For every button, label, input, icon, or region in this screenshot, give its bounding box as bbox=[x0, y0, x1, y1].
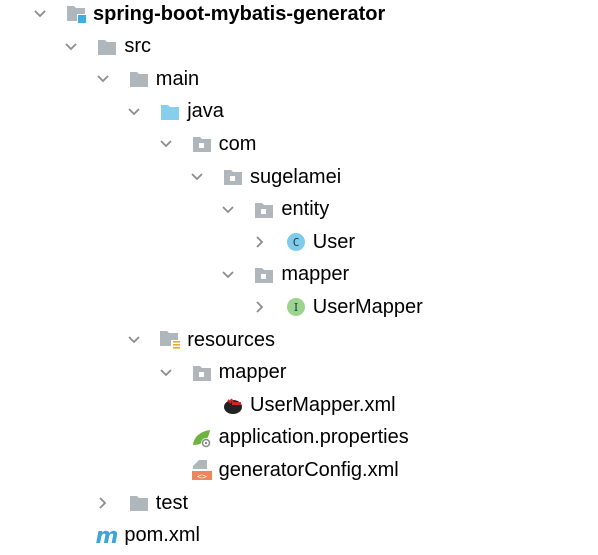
tree-item[interactable]: sugelamei bbox=[0, 161, 598, 193]
chevron-down-icon[interactable] bbox=[126, 104, 142, 120]
tree-item[interactable]: m pom.xml bbox=[0, 520, 598, 552]
tree-item[interactable]: test bbox=[0, 487, 598, 519]
chevron-down-icon[interactable] bbox=[32, 6, 48, 22]
tree-item[interactable]: com bbox=[0, 128, 598, 160]
tree-item[interactable]: mapper bbox=[0, 259, 598, 291]
tree-item[interactable]: src bbox=[0, 31, 598, 63]
tree-item-label: test bbox=[155, 491, 189, 514]
svg-text:m: m bbox=[96, 525, 118, 547]
maven-pom-icon: m bbox=[96, 524, 119, 549]
module-folder-icon bbox=[65, 3, 87, 25]
folder-icon bbox=[96, 36, 118, 58]
class-icon: C bbox=[285, 231, 307, 253]
tree-item[interactable]: <> generatorConfig.xml bbox=[0, 454, 598, 486]
package-icon bbox=[191, 362, 213, 384]
tree-item-label: main bbox=[155, 67, 200, 90]
tree-item[interactable]: UserMapper.xml bbox=[0, 389, 598, 421]
chevron-down-icon[interactable] bbox=[158, 365, 174, 381]
package-icon bbox=[253, 199, 275, 221]
tree-item[interactable]: entity bbox=[0, 194, 598, 226]
tree-item-label: resources bbox=[187, 328, 275, 351]
tree-item-label: UserMapper.xml bbox=[250, 393, 396, 416]
chevron-down-icon[interactable] bbox=[63, 39, 79, 55]
source-root-folder-icon bbox=[159, 101, 181, 123]
chevron-down-icon[interactable] bbox=[95, 71, 111, 87]
tree-item-label: src bbox=[124, 35, 152, 58]
tree-item[interactable]: spring-boot-mybatis-generator bbox=[0, 0, 598, 30]
tree-item-label: sugelamei bbox=[250, 165, 342, 188]
tree-item[interactable]: C User bbox=[0, 226, 598, 258]
package-icon bbox=[253, 264, 275, 286]
folder-icon bbox=[128, 68, 150, 90]
spring-properties-icon bbox=[191, 427, 213, 449]
chevron-right-icon[interactable] bbox=[252, 299, 268, 315]
tree-item-label: com bbox=[218, 132, 257, 155]
chevron-down-icon[interactable] bbox=[189, 169, 205, 185]
tree-item-label: entity bbox=[281, 198, 330, 221]
mybatis-xml-icon bbox=[222, 394, 244, 416]
chevron-down-icon[interactable] bbox=[126, 332, 142, 348]
chevron-right-icon[interactable] bbox=[252, 234, 268, 250]
folder-icon bbox=[128, 492, 150, 514]
tree-item-label: mapper bbox=[281, 263, 350, 286]
svg-text:<>: <> bbox=[197, 472, 207, 481]
chevron-down-icon[interactable] bbox=[220, 202, 236, 218]
tree-item[interactable]: resources bbox=[0, 324, 598, 356]
tree-item-label: java bbox=[187, 100, 224, 123]
tree-item-label: UserMapper bbox=[312, 295, 423, 318]
interface-icon: I bbox=[285, 296, 307, 318]
resources-folder-icon bbox=[159, 329, 182, 351]
tree-item[interactable]: mapper bbox=[0, 357, 598, 389]
chevron-down-icon[interactable] bbox=[220, 267, 236, 283]
tree-item-label: generatorConfig.xml bbox=[218, 458, 399, 481]
package-icon bbox=[191, 133, 213, 155]
tree-item[interactable]: I UserMapper bbox=[0, 291, 598, 323]
chevron-down-icon[interactable] bbox=[158, 136, 174, 152]
tree-item-label: pom.xml bbox=[124, 524, 200, 547]
tree-item-label: mapper bbox=[218, 361, 287, 384]
xml-file-icon: <> bbox=[191, 459, 213, 481]
tree-item[interactable]: java bbox=[0, 96, 598, 128]
tree-item[interactable]: application.properties bbox=[0, 422, 598, 454]
svg-text:C: C bbox=[292, 236, 299, 249]
svg-text:I: I bbox=[294, 301, 298, 314]
tree-item-label: application.properties bbox=[218, 426, 409, 449]
chevron-right-icon[interactable] bbox=[95, 495, 111, 511]
tree-item[interactable]: main bbox=[0, 63, 598, 95]
tree-item-label: spring-boot-mybatis-generator bbox=[93, 2, 386, 25]
package-icon bbox=[222, 166, 244, 188]
tree-item-label: User bbox=[312, 230, 356, 253]
